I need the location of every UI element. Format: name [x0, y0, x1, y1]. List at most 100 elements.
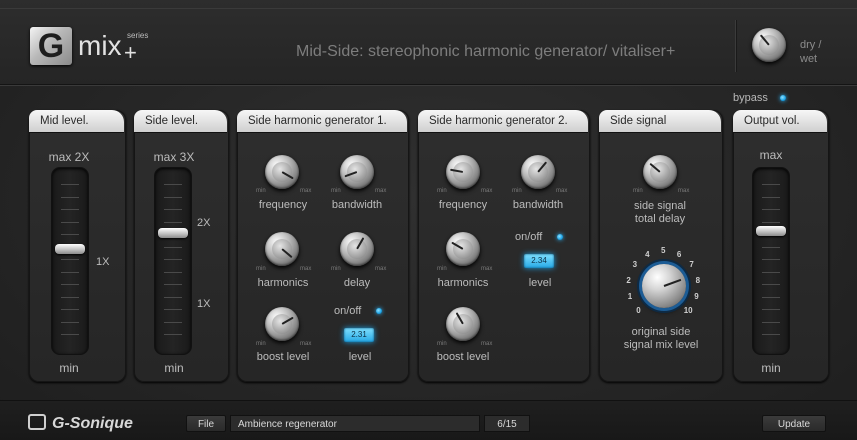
mix-scale-label: 5	[661, 246, 666, 255]
shg2-boost-level-label: boost level	[436, 351, 490, 363]
slider-tick	[164, 296, 182, 298]
shg1-boost-level-knob[interactable]	[265, 307, 299, 341]
mix-scale-label: 4	[645, 249, 650, 259]
knob-min-label: min	[512, 188, 522, 194]
knob-max-label: max	[556, 188, 568, 194]
shg1-harmonics-knob[interactable]	[265, 232, 299, 266]
slider-tick	[762, 321, 780, 323]
mix-scale-label: 10	[683, 305, 693, 315]
slider-tick	[164, 184, 182, 185]
side-signal-total-delay-label: side signal total delay	[634, 200, 686, 225]
shg2-harmonics-label: harmonics	[437, 277, 489, 289]
slider-tick	[762, 246, 780, 248]
panel-title: Side level.	[134, 110, 227, 132]
mid-level-slider-handle[interactable]	[55, 244, 85, 254]
shg2-level-display[interactable]: 2.34	[524, 254, 554, 268]
plugin-window: G mix + series Mid-Side: stereophonic ha…	[0, 0, 857, 440]
mix-scale-label: 0	[636, 305, 641, 315]
mid-level-slider[interactable]	[51, 167, 89, 355]
panel-title: Mid level.	[29, 110, 124, 132]
shg2-level-label: level	[528, 277, 552, 289]
preset-counter: 6/15	[484, 415, 530, 432]
slider-tick	[164, 309, 182, 310]
knob-min-label: min	[331, 266, 341, 272]
file-button[interactable]: File	[186, 415, 226, 432]
slider-tick	[762, 334, 780, 335]
shg1-delay-knob[interactable]	[340, 232, 374, 266]
knob-min-label: min	[437, 341, 447, 347]
shg1-frequency-knob[interactable]	[265, 155, 299, 189]
slider-tick	[61, 259, 79, 260]
knob-min-label: min	[437, 266, 447, 272]
update-button[interactable]: Update	[762, 415, 826, 432]
slider-tick	[762, 196, 780, 198]
logo-series: series	[127, 31, 149, 40]
header-divider	[0, 8, 857, 9]
shg1-bandwidth-knob[interactable]	[340, 155, 374, 189]
panel-title: Side harmonic generator 1.	[237, 110, 407, 132]
knob-max-label: max	[481, 341, 493, 347]
shg1-onoff-label: on/off	[334, 305, 362, 317]
logo-g-badge: G	[30, 27, 72, 65]
mid-level-min-label: min	[59, 361, 79, 375]
output-vol-slider-handle[interactable]	[756, 226, 786, 236]
slider-tick	[762, 209, 780, 210]
shg1-bandwidth-label: bandwidth	[331, 199, 383, 211]
shg1-boost-level-label: boost level	[256, 351, 310, 363]
shg2-boost-level-knob[interactable]	[446, 307, 480, 341]
slider-tick	[61, 334, 79, 335]
output-vol-slider[interactable]	[752, 167, 790, 355]
mix-scale-label: 7	[689, 260, 694, 270]
shg2-onoff-led-button[interactable]	[557, 234, 563, 240]
slider-tick	[61, 184, 79, 185]
shg2-frequency-label: frequency	[438, 199, 488, 211]
bypass-led-button[interactable]	[780, 95, 786, 101]
knob-min-label: min	[256, 266, 266, 272]
slider-tick	[164, 246, 182, 248]
dry-wet-knob[interactable]	[752, 28, 786, 62]
knob-max-label: max	[481, 188, 493, 194]
slider-tick	[762, 284, 780, 285]
original-side-signal-mix-label: original side signal mix level	[623, 326, 699, 351]
shg1-onoff-led-button[interactable]	[376, 308, 382, 314]
side-level-min-label: min	[164, 361, 184, 375]
shg1-level-display[interactable]: 2.31	[344, 328, 374, 342]
mix-scale-label: 2	[626, 275, 631, 285]
shg2-bandwidth-knob[interactable]	[521, 155, 555, 189]
side-level-2x-mark: 2X	[197, 217, 211, 229]
knob-max-label: max	[375, 188, 387, 194]
logo-plus: +	[124, 40, 137, 65]
slider-tick	[61, 209, 79, 210]
shg2-onoff-label: on/off	[515, 231, 543, 243]
shg1-harmonics-label: harmonics	[257, 277, 309, 289]
side-signal-total-delay-knob[interactable]	[643, 155, 677, 189]
slider-tick	[61, 284, 79, 285]
mix-scale-label: 9	[694, 291, 699, 301]
slider-tick	[762, 221, 780, 223]
logo-name: mix	[78, 30, 122, 61]
side-level-slider[interactable]	[154, 167, 192, 355]
output-vol-max-label: max	[759, 148, 783, 162]
side-level-slider-handle[interactable]	[158, 228, 188, 238]
shg1-level-label: level	[348, 351, 372, 363]
slider-tick	[61, 321, 79, 323]
dry-wet-label: dry / wet	[800, 39, 822, 65]
slider-tick	[61, 271, 79, 273]
shg1-frequency-label: frequency	[258, 199, 308, 211]
plugin-subtitle: Mid-Side: stereophonic harmonic generato…	[296, 43, 676, 60]
shg2-bandwidth-label: bandwidth	[512, 199, 564, 211]
original-side-signal-mix-knob[interactable]	[642, 264, 686, 308]
bypass-label: bypass	[733, 92, 768, 104]
shg2-frequency-knob[interactable]	[446, 155, 480, 189]
shg2-harmonics-knob[interactable]	[446, 232, 480, 266]
slider-tick	[164, 259, 182, 260]
slider-tick	[61, 221, 79, 223]
preset-name-field[interactable]: Ambience regenerator	[230, 415, 480, 432]
mix-scale-label: 3	[632, 260, 638, 270]
knob-max-label: max	[300, 266, 312, 272]
panel-title: Side harmonic generator 2.	[418, 110, 588, 132]
knob-min-label: min	[437, 188, 447, 194]
knob-max-label: max	[300, 188, 312, 194]
knob-min-label: min	[256, 341, 266, 347]
panel-title: Output vol.	[733, 110, 827, 132]
